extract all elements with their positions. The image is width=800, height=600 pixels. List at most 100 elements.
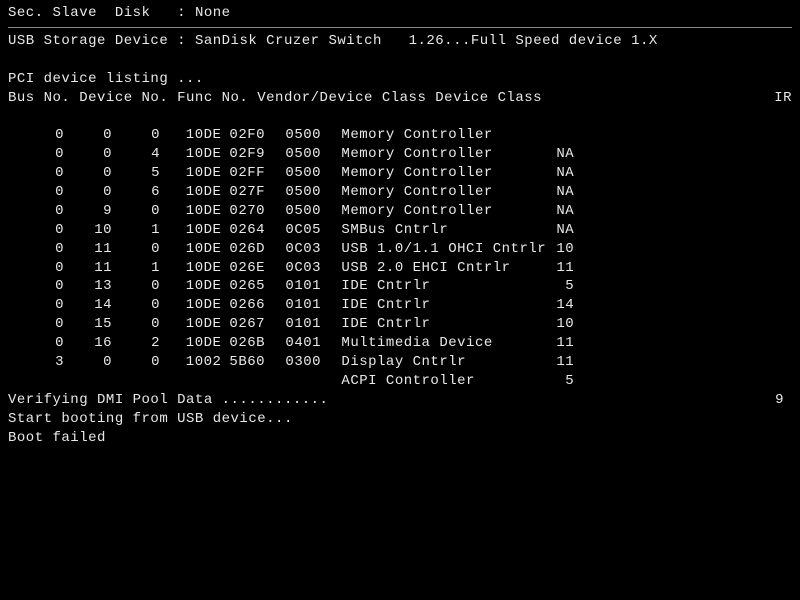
device-id: 02F0: [229, 126, 285, 145]
device-class: ACPI Controller: [341, 372, 554, 391]
vendor-id: 10DE: [168, 296, 229, 315]
table-row: 090 10DE02700500Memory ControllerNA: [24, 202, 582, 221]
device-class: Display Cntrlr: [341, 353, 554, 372]
device-id: 0265: [229, 277, 285, 296]
usb-storage-label: USB Storage Device :: [8, 33, 195, 49]
vendor-id: 10DE: [168, 240, 229, 259]
table-row: 005 10DE02FF0500Memory ControllerNA: [24, 164, 582, 183]
func-no: 0: [120, 296, 168, 315]
pci-device-table: 000 10DE02F00500Memory Controller004 10D…: [24, 126, 582, 390]
sec-slave-value: None: [195, 5, 231, 21]
class-code: 0C03: [285, 240, 341, 259]
table-row: 0150 10DE02670101IDE Cntrlr10: [24, 315, 582, 334]
vendor-id: 1002: [168, 353, 229, 372]
pci-listing-header: PCI device listing ...: [8, 70, 792, 89]
device-class: IDE Cntrlr: [341, 277, 554, 296]
vendor-id: 10DE: [168, 334, 229, 353]
class-code: 0101: [285, 296, 341, 315]
table-row: 004 10DE02F90500Memory ControllerNA: [24, 145, 582, 164]
device-class: Memory Controller: [341, 183, 554, 202]
device-no: 0: [72, 183, 120, 202]
vendor-id: 10DE: [168, 221, 229, 240]
func-no: [120, 372, 168, 391]
vendor-id: 10DE: [168, 259, 229, 278]
irq: NA: [554, 183, 582, 202]
table-row: ACPI Controller5: [24, 372, 582, 391]
device-id: 5B60: [229, 353, 285, 372]
func-no: 0: [120, 277, 168, 296]
device-id: 0264: [229, 221, 285, 240]
device-no: 11: [72, 259, 120, 278]
bus-no: 0: [24, 259, 72, 278]
irq: 11: [554, 334, 582, 353]
device-id: 02F9: [229, 145, 285, 164]
device-id: [229, 372, 285, 391]
vendor-id: 10DE: [168, 126, 229, 145]
class-code: [285, 372, 341, 391]
device-no: 0: [72, 353, 120, 372]
table-row: 0110 10DE026D0C03USB 1.0/1.1 OHCI Cntrlr…: [24, 240, 582, 259]
vendor-id: 10DE: [168, 145, 229, 164]
irq: 11: [554, 353, 582, 372]
vendor-id: [168, 372, 229, 391]
class-code: 0C05: [285, 221, 341, 240]
vendor-id: 10DE: [168, 277, 229, 296]
device-id: 027F: [229, 183, 285, 202]
irq: 14: [554, 296, 582, 315]
bus-no: 0: [24, 164, 72, 183]
device-no: 0: [72, 164, 120, 183]
table-row: 300 10025B600300Display Cntrlr11: [24, 353, 582, 372]
irq: [554, 126, 582, 145]
device-no: 16: [72, 334, 120, 353]
func-no: 4: [120, 145, 168, 164]
class-code: 0401: [285, 334, 341, 353]
device-no: 13: [72, 277, 120, 296]
bus-no: 0: [24, 183, 72, 202]
class-code: 0C03: [285, 259, 341, 278]
device-id: 026D: [229, 240, 285, 259]
device-no: 11: [72, 240, 120, 259]
boot-start-line: Start booting from USB device...: [8, 410, 792, 429]
class-code: 0101: [285, 277, 341, 296]
func-no: 0: [120, 240, 168, 259]
irq: 11: [554, 259, 582, 278]
irq: 5: [554, 372, 582, 391]
usb-storage-value: SanDisk Cruzer Switch 1.26...Full Speed …: [195, 33, 658, 49]
device-no: 14: [72, 296, 120, 315]
boot-failed-line: Boot failed: [8, 429, 792, 448]
irq: 10: [554, 240, 582, 259]
blank-line: [8, 51, 792, 70]
irq: NA: [554, 164, 582, 183]
device-class: Multimedia Device: [341, 334, 554, 353]
class-code: 0500: [285, 126, 341, 145]
table-row: 0130 10DE02650101IDE Cntrlr5: [24, 277, 582, 296]
class-code: 0101: [285, 315, 341, 334]
bus-no: 0: [24, 296, 72, 315]
device-class: Memory Controller: [341, 126, 554, 145]
dmi-verify-line: Verifying DMI Pool Data ............9: [8, 391, 792, 410]
table-row: 0140 10DE02660101IDE Cntrlr14: [24, 296, 582, 315]
vendor-id: 10DE: [168, 164, 229, 183]
func-no: 1: [120, 221, 168, 240]
vendor-id: 10DE: [168, 315, 229, 334]
bus-no: 0: [24, 145, 72, 164]
divider: [8, 27, 792, 28]
func-no: 0: [120, 202, 168, 221]
device-no: 10: [72, 221, 120, 240]
table-row: 0101 10DE02640C05SMBus CntrlrNA: [24, 221, 582, 240]
table-row: 0111 10DE026E0C03USB 2.0 EHCI Cntrlr11: [24, 259, 582, 278]
class-code: 0300: [285, 353, 341, 372]
func-no: 1: [120, 259, 168, 278]
bus-no: 0: [24, 240, 72, 259]
table-row: 0162 10DE026B0401Multimedia Device11: [24, 334, 582, 353]
device-class: USB 1.0/1.1 OHCI Cntrlr: [341, 240, 554, 259]
device-id: 026B: [229, 334, 285, 353]
sec-slave-label: Sec. Slave Disk :: [8, 5, 195, 21]
bus-no: 0: [24, 126, 72, 145]
bus-no: 0: [24, 334, 72, 353]
irq: NA: [554, 145, 582, 164]
device-id: 0267: [229, 315, 285, 334]
irq: NA: [554, 202, 582, 221]
bus-no: 3: [24, 353, 72, 372]
bus-no: 0: [24, 221, 72, 240]
